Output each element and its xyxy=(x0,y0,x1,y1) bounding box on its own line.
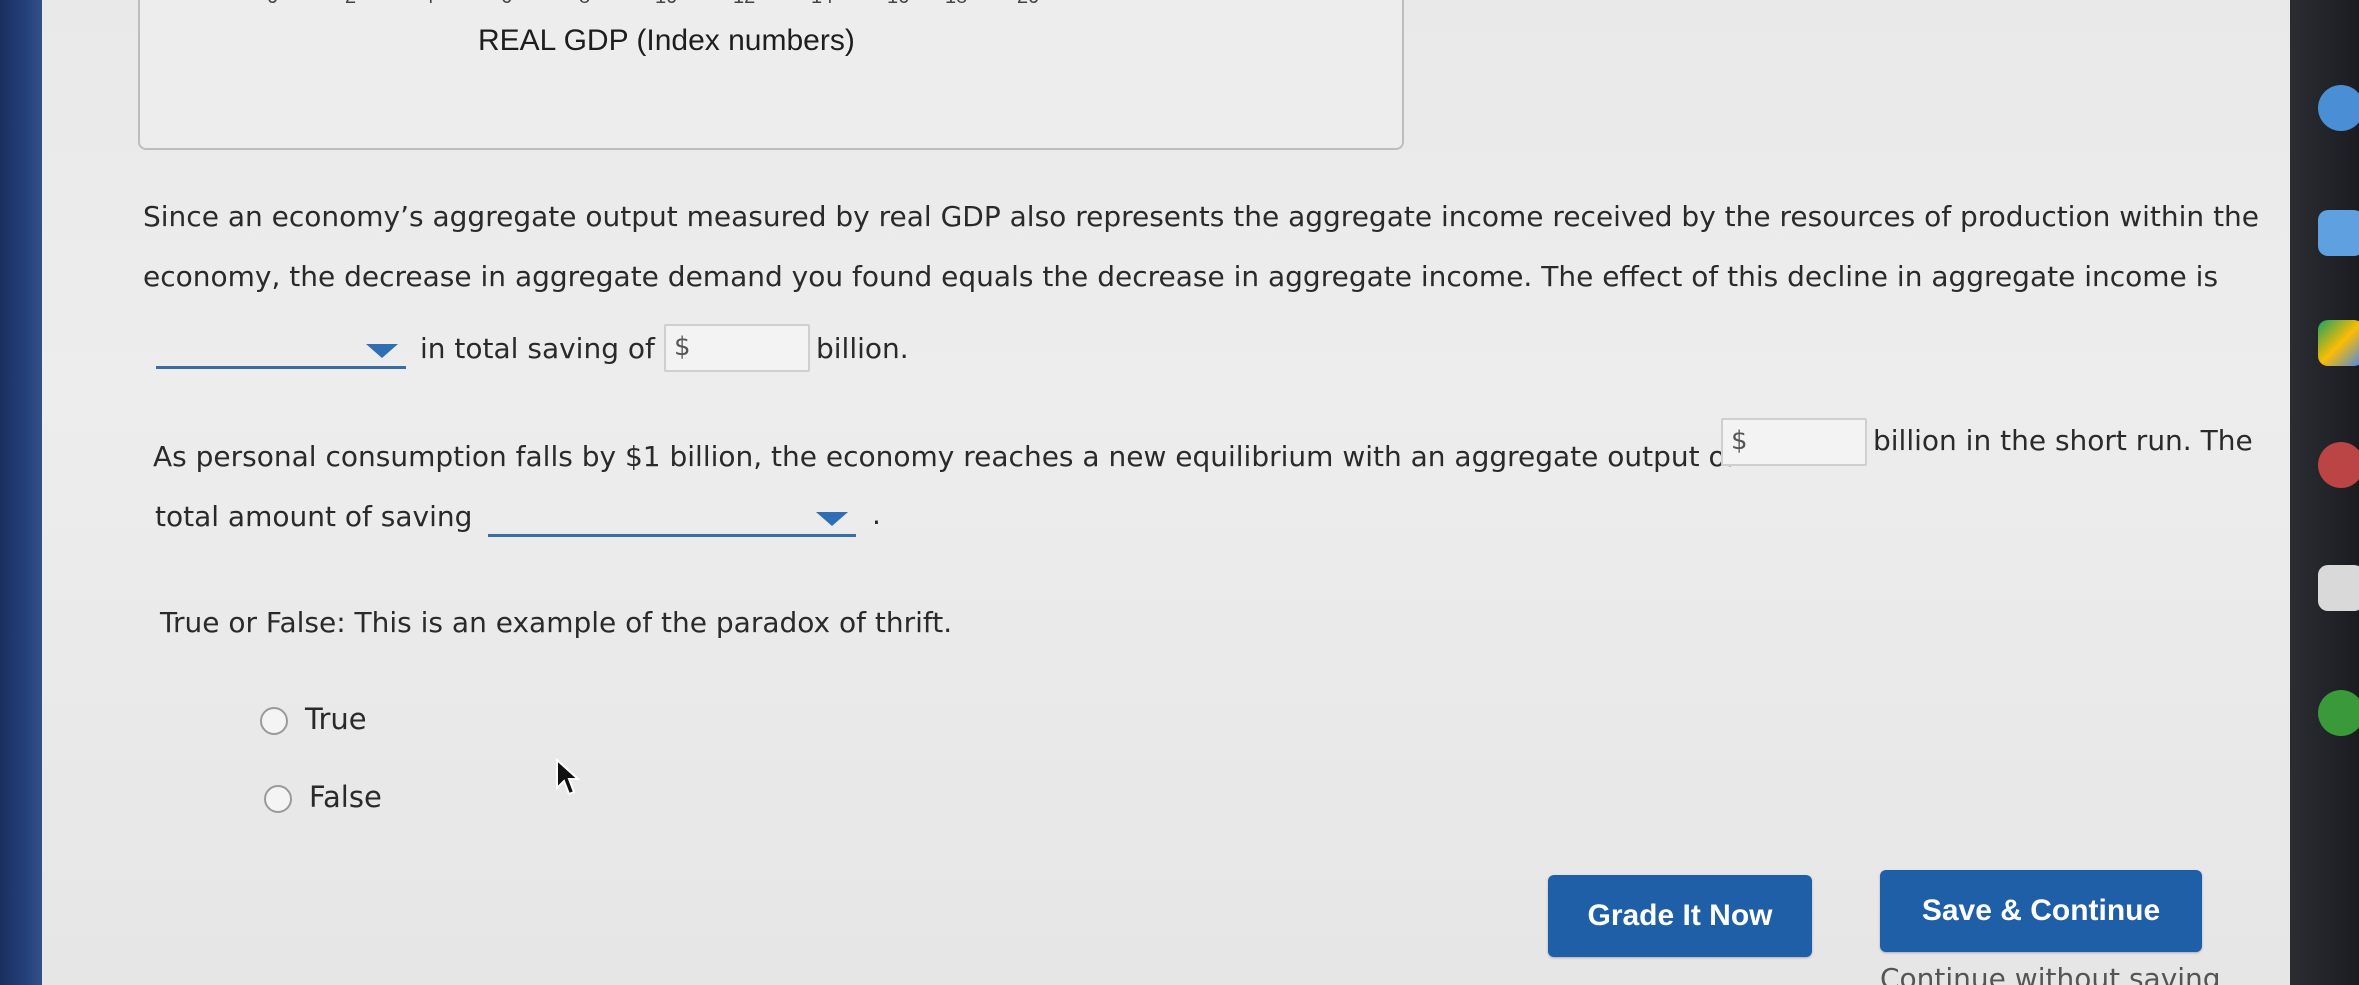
radio-true-label[interactable]: True xyxy=(305,702,367,736)
total-saving-dropdown[interactable] xyxy=(488,504,856,537)
x-tick: 12 xyxy=(733,0,755,9)
app-icon[interactable] xyxy=(2318,690,2359,736)
paragraph2-line2: total amount of saving xyxy=(155,500,473,533)
cloud-icon[interactable] xyxy=(2318,210,2359,256)
aggregate-output-input[interactable]: $ xyxy=(1721,418,1867,466)
x-tick: 6 xyxy=(501,0,512,9)
radio-false[interactable] xyxy=(264,785,292,813)
chevron-down-icon xyxy=(816,512,848,526)
desktop-dock xyxy=(2290,0,2359,985)
x-tick: 2 xyxy=(345,0,356,9)
save-continue-button[interactable]: Save & Continue xyxy=(1880,870,2202,952)
paragraph1-line2: economy, the decrease in aggregate deman… xyxy=(143,260,2219,293)
paragraph2-line1: As personal consumption falls by $1 bill… xyxy=(153,440,1736,473)
radio-false-label[interactable]: False xyxy=(309,780,382,814)
x-tick: 0 xyxy=(267,0,278,9)
notes-icon[interactable] xyxy=(2318,565,2359,611)
x-tick: 14 xyxy=(811,0,833,9)
x-tick: 10 xyxy=(655,0,677,9)
x-tick: 20 xyxy=(1017,0,1039,9)
x-tick: 8 xyxy=(579,0,590,9)
question-prompt: True or False: This is an example of the… xyxy=(160,606,953,639)
paragraph2-period: . xyxy=(872,498,881,531)
graph-panel xyxy=(138,0,1404,150)
x-tick: 4 xyxy=(423,0,434,9)
grade-it-now-button[interactable]: Grade It Now xyxy=(1548,875,1812,957)
paragraph1-after-dropdown: in total saving of xyxy=(420,332,655,365)
saving-effect-dropdown[interactable] xyxy=(156,336,406,369)
dollar-sign: $ xyxy=(1731,426,1748,456)
total-saving-input[interactable]: $ xyxy=(664,324,810,372)
x-axis-title: REAL GDP (Index numbers) xyxy=(478,24,855,57)
continue-without-saving-link[interactable]: Continue without saving xyxy=(1880,962,2221,985)
x-axis-ticks: 0 2 4 6 8 10 12 14 16 18 20 xyxy=(245,0,1045,9)
desktop-left-edge xyxy=(0,0,42,985)
paragraph2-line1-after: billion in the short run. The xyxy=(1873,424,2253,457)
x-tick: 18 xyxy=(945,0,967,9)
dollar-sign: $ xyxy=(674,332,691,362)
paragraph1-line1: Since an economy’s aggregate output meas… xyxy=(143,200,2260,233)
dock-app-icon[interactable] xyxy=(2318,85,2359,131)
x-tick: 16 xyxy=(887,0,909,9)
paragraph1-after-input: billion. xyxy=(816,332,909,365)
mouse-cursor-icon xyxy=(556,758,581,796)
radio-true[interactable] xyxy=(260,707,288,735)
drive-icon[interactable] xyxy=(2318,320,2359,366)
app-icon[interactable] xyxy=(2318,442,2359,488)
chevron-down-icon xyxy=(366,344,398,358)
